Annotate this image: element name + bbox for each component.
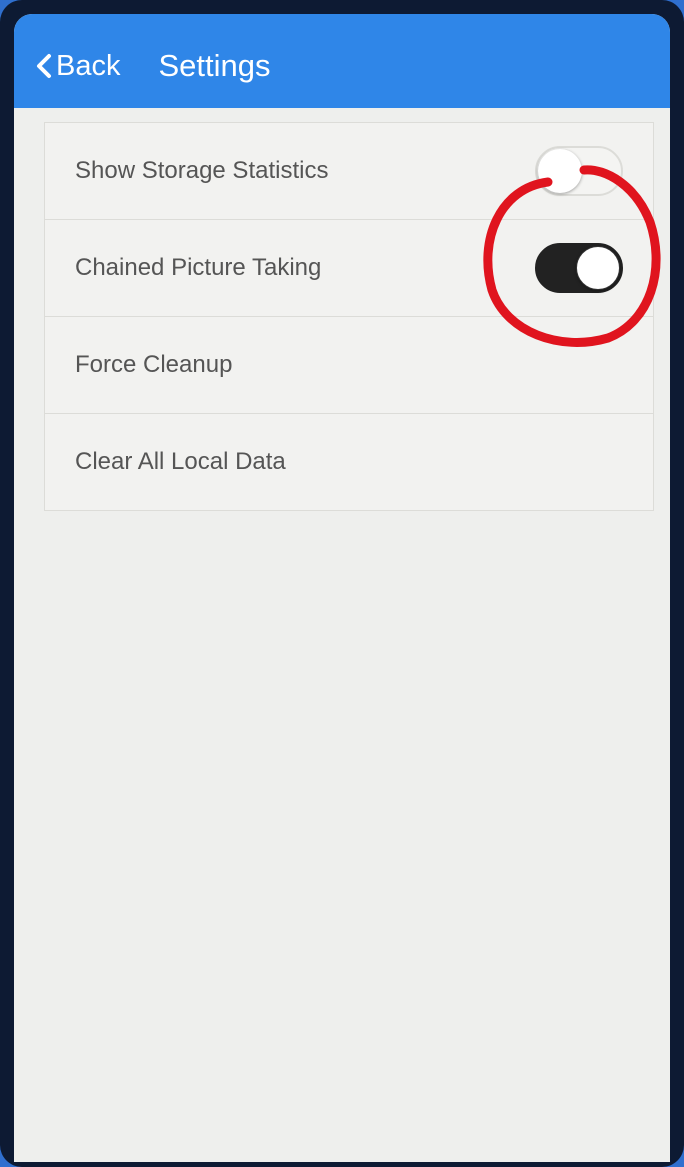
setting-label: Show Storage Statistics bbox=[75, 157, 329, 184]
device-frame: Back Settings Show Storage Statistics Ch… bbox=[0, 0, 684, 1167]
toggle-knob bbox=[576, 246, 620, 290]
chained-picture-taking-toggle[interactable] bbox=[535, 243, 623, 293]
setting-row-clear-all-local-data[interactable]: Clear All Local Data bbox=[45, 414, 653, 510]
setting-label: Force Cleanup bbox=[75, 351, 233, 378]
setting-label: Chained Picture Taking bbox=[75, 254, 322, 281]
setting-row-force-cleanup[interactable]: Force Cleanup bbox=[45, 317, 653, 414]
screen: Back Settings Show Storage Statistics Ch… bbox=[14, 14, 670, 1162]
settings-list: Show Storage Statistics Chained Picture … bbox=[44, 122, 654, 511]
chevron-left-icon bbox=[37, 54, 51, 78]
back-label: Back bbox=[56, 49, 121, 82]
setting-row-show-storage-statistics: Show Storage Statistics bbox=[45, 123, 653, 220]
page-title: Settings bbox=[158, 48, 271, 83]
toggle-knob bbox=[538, 149, 582, 193]
navigation-bar: Back Settings bbox=[14, 14, 670, 108]
show-storage-statistics-toggle[interactable] bbox=[535, 146, 623, 196]
back-button[interactable]: Back bbox=[34, 50, 120, 83]
setting-label: Clear All Local Data bbox=[75, 448, 286, 475]
setting-row-chained-picture-taking: Chained Picture Taking bbox=[45, 220, 653, 317]
